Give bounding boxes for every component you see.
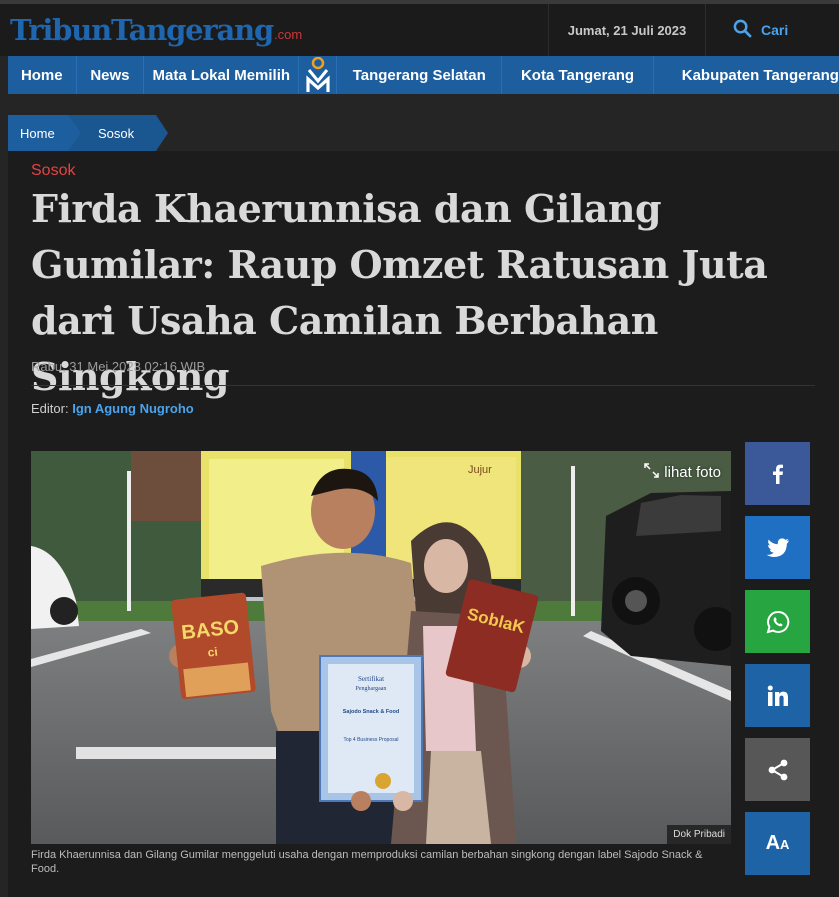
main-nav: Home News Mata Lokal Memilih Tangerang S… [8,56,839,94]
editor-label: Editor: [31,401,69,416]
whatsapp-icon [766,610,789,633]
site-header: TribunTangerang .com Jumat, 21 Juli 2023… [0,4,839,56]
certificate-title: Sertifikat [358,675,384,683]
linkedin-icon [767,685,788,706]
nav-item-news[interactable]: News [77,56,145,94]
search-label: Cari [761,22,789,38]
font-size-icon: AA [765,832,790,854]
nav-item-mata-lokal-memilih[interactable]: Mata Lokal Memilih [144,56,300,94]
editor-name[interactable]: Ign Agung Nugroho [72,401,194,416]
share-twitter-button[interactable] [745,516,810,579]
share-whatsapp-button[interactable] [745,590,810,653]
site-logo[interactable]: TribunTangerang .com [10,10,302,50]
photo-illustration: Jujur BASO ci SoblaK Sertifikat Pengharg… [31,451,731,844]
breadcrumb-home[interactable]: Home [8,115,81,151]
article-section[interactable]: Sosok [31,162,75,180]
share-facebook-button[interactable] [745,442,810,505]
expand-icon [644,463,660,482]
nav-item-home[interactable]: Home [8,56,77,94]
logo-suffix: .com [274,27,303,42]
publish-date: Rabu, 31 Mei 2023 02:16 WIB [31,359,206,374]
board-word: Jujur [468,464,492,476]
nav-item-kota-tangerang[interactable]: Kota Tangerang [502,56,654,94]
font-size-button[interactable]: AA [745,812,810,875]
logo-text: TribunTangerang [10,13,274,47]
pemilu-emblem-icon[interactable] [299,56,338,94]
nav-item-kabupaten-tangerang[interactable]: Kabupaten Tangerang [654,56,839,94]
article: Sosok Firda Khaerunnisa dan Gilang Gumil… [8,151,839,897]
share-more-button[interactable] [745,738,810,801]
breadcrumb: Home Sosok [8,115,168,151]
breadcrumb-section[interactable]: Sosok [68,115,168,151]
photo-credit: Dok Pribadi [667,825,731,844]
facebook-icon [772,464,783,484]
search-icon [733,19,752,41]
article-photo[interactable]: Jujur BASO ci SoblaK Sertifikat Pengharg… [31,451,731,844]
nav-item-tangerang-selatan[interactable]: Tangerang Selatan [337,56,503,94]
view-photo-button[interactable]: lihat foto [644,463,721,482]
twitter-icon [766,537,789,557]
package-left-sub: ci [207,645,218,660]
share-linkedin-button[interactable] [745,664,810,727]
search-button[interactable]: Cari [708,4,839,56]
divider [31,385,815,386]
share-bar: AA [745,442,810,886]
certificate-name: Sajodo Snack & Food [343,709,400,715]
editor-line: Editor: Ign Agung Nugroho [31,401,194,416]
photo-caption: Firda Khaerunnisa dan Gilang Gumilar men… [31,849,703,875]
certificate-award: Top 4 Business Proposal [343,737,398,743]
view-photo-label: lihat foto [664,464,721,481]
share-icon [768,759,787,780]
header-date: Jumat, 21 Juli 2023 [548,4,706,56]
certificate-subtitle: Penghargaan [356,686,387,692]
